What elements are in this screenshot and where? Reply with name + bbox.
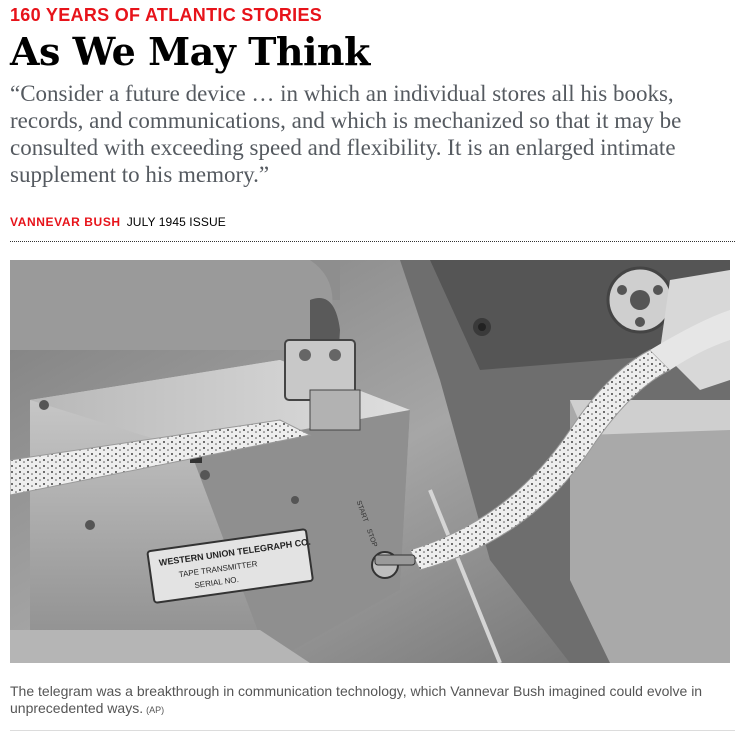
byline: VANNEVAR BUSH JULY 1945 ISSUE (10, 214, 226, 230)
bottom-divider (10, 730, 735, 731)
section-kicker-link[interactable]: 160 YEARS OF ATLANTIC STORIES (10, 5, 322, 26)
photo-caption: The telegram was a breakthrough in commu… (10, 683, 735, 719)
article-dek-quote: “Consider a future device … in which an … (10, 81, 682, 187)
issue-date: JULY 1945 ISSUE (126, 215, 226, 229)
photo-credit: (AP) (146, 705, 165, 715)
article-headline: As We May Think (10, 29, 370, 74)
caption-text: The telegram was a breakthrough in commu… (10, 683, 703, 716)
dotted-divider (10, 241, 735, 242)
article-photo: WESTERN UNION TELEGRAPH CO. TAPE TRANSMI… (10, 260, 730, 663)
telegraph-tape-transmitter-photo: WESTERN UNION TELEGRAPH CO. TAPE TRANSMI… (10, 260, 730, 663)
author-link[interactable]: VANNEVAR BUSH (10, 215, 121, 229)
